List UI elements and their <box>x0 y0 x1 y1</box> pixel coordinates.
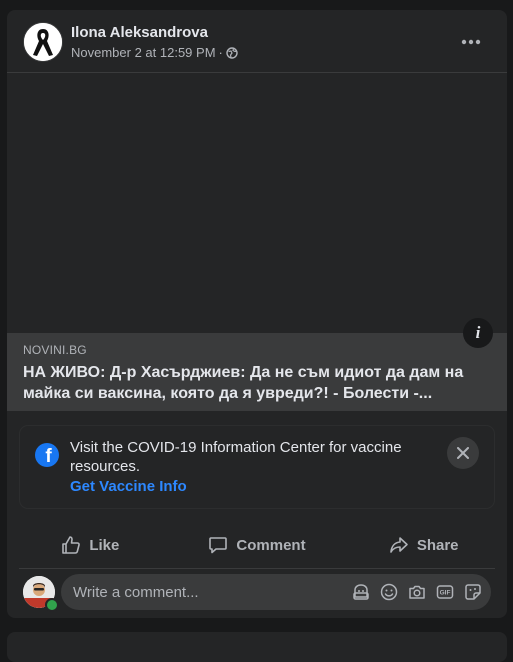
next-post-card <box>7 632 507 662</box>
link-preview[interactable]: NOVINI.BG НА ЖИВО: Д-р Хасърджиев: Да не… <box>7 333 507 411</box>
comment-icon <box>209 537 228 554</box>
globe-icon[interactable] <box>226 46 238 59</box>
post-timestamp[interactable]: November 2 at 12:59 PM <box>71 45 216 60</box>
sticker-button[interactable] <box>463 582 483 602</box>
get-vaccine-info-link[interactable]: Get Vaccine Info <box>70 478 187 495</box>
actions-divider <box>19 568 495 569</box>
camera-button[interactable] <box>407 582 427 602</box>
gif-button[interactable]: GIF <box>435 582 455 602</box>
comment-input[interactable]: Write a comment... GIF <box>61 574 491 610</box>
avatar-sticker-icon <box>353 584 369 600</box>
more-options-button[interactable] <box>453 28 489 56</box>
author-name[interactable]: Ilona Aleksandrova <box>71 24 208 41</box>
commenter-avatar[interactable] <box>23 576 59 612</box>
facebook-logo-icon: f <box>35 443 59 467</box>
emoji-icon <box>380 583 398 601</box>
comment-label: Comment <box>236 536 306 554</box>
link-preview-image[interactable] <box>7 73 507 333</box>
author-avatar[interactable] <box>23 22 63 62</box>
share-icon <box>390 537 408 553</box>
gif-icon: GIF <box>436 585 454 599</box>
close-banner-button[interactable] <box>447 437 479 469</box>
like-button[interactable]: Like <box>7 527 174 563</box>
close-icon <box>457 447 469 459</box>
covid-info-text: Visit the COVID-19 Information Center fo… <box>70 439 402 475</box>
post-header: Ilona Aleksandrova November 2 at 12:59 P… <box>7 10 507 72</box>
like-icon <box>62 536 81 554</box>
online-status-indicator <box>45 598 59 612</box>
more-icon <box>461 39 481 45</box>
link-domain: NOVINI.BG <box>23 343 87 357</box>
covid-info-banner: f Visit the COVID-19 Information Center … <box>20 426 494 508</box>
svg-text:GIF: GIF <box>440 590 451 597</box>
like-label: Like <box>89 536 120 554</box>
post-card: Ilona Aleksandrova November 2 at 12:59 P… <box>7 10 507 618</box>
link-title: НА ЖИВО: Д-р Хасърджиев: Да не съм идиот… <box>23 364 464 402</box>
comment-placeholder: Write a comment... <box>73 584 199 601</box>
info-icon[interactable]: i <box>463 318 493 348</box>
avatar-sticker-button[interactable] <box>351 582 371 602</box>
meta-separator: · <box>218 45 223 60</box>
sticker-icon <box>465 584 481 600</box>
emoji-button[interactable] <box>379 582 399 602</box>
camera-icon <box>409 585 425 599</box>
comment-tools: GIF <box>343 582 483 602</box>
share-button[interactable]: Share <box>340 527 507 563</box>
share-label: Share <box>416 536 459 554</box>
black-ribbon-avatar <box>24 23 62 61</box>
post-meta: November 2 at 12:59 PM · <box>71 45 238 60</box>
comment-button[interactable]: Comment <box>174 527 341 563</box>
post-actions: Like Comment Share <box>7 527 507 563</box>
